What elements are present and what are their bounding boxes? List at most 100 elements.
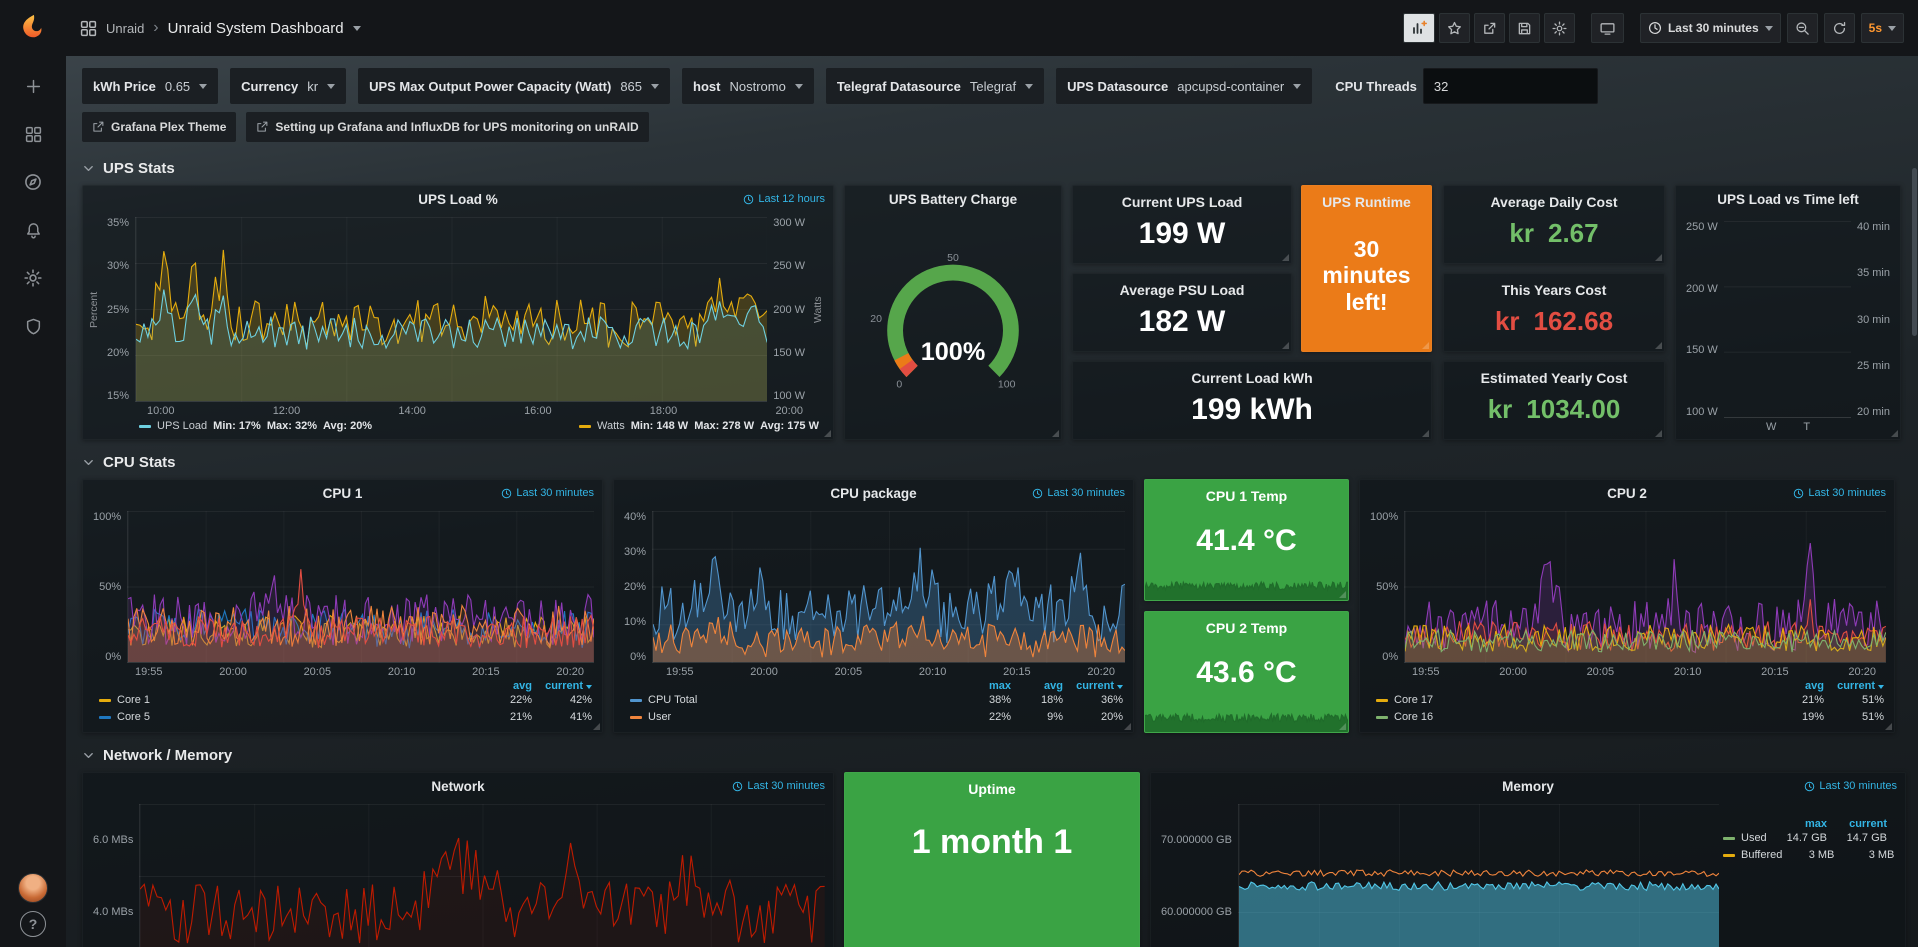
- cpu1-plot[interactable]: [127, 511, 594, 663]
- time-range-picker[interactable]: Last 30 minutes: [1640, 13, 1781, 43]
- save-button[interactable]: [1509, 13, 1540, 43]
- panel-timerange[interactable]: Last 12 hours: [743, 193, 825, 205]
- legend-col-avg[interactable]: avg: [1011, 680, 1063, 692]
- row-header-network-memory[interactable]: Network / Memory: [82, 747, 1910, 764]
- breadcrumb-folder[interactable]: Unraid: [106, 21, 144, 36]
- cycle-view-button[interactable]: [1591, 13, 1624, 43]
- cpu-package-plot[interactable]: [652, 511, 1125, 663]
- legend-series[interactable]: Core 1: [99, 692, 480, 709]
- panel-title[interactable]: CPU 2: [1607, 486, 1647, 501]
- panel-uptime: Uptime 1 month 1: [844, 772, 1140, 947]
- panel-timerange[interactable]: Last 30 minutes: [732, 780, 825, 792]
- x-tick: 20:20: [1848, 666, 1876, 678]
- help-button[interactable]: ?: [20, 911, 46, 937]
- panel-title[interactable]: UPS Load vs Time left: [1717, 192, 1859, 207]
- breadcrumb[interactable]: Unraid › Unraid System Dashboard: [80, 19, 361, 37]
- svg-text:20: 20: [870, 313, 882, 325]
- ups-load-plot[interactable]: [135, 217, 767, 402]
- user-avatar[interactable]: [18, 873, 48, 903]
- stat-value: 199 W: [1073, 210, 1291, 263]
- legend-col-avg[interactable]: avg: [1772, 680, 1824, 692]
- link-grafana-plex-theme[interactable]: Grafana Plex Theme: [82, 112, 236, 142]
- legend-series[interactable]: Core 5: [99, 709, 480, 726]
- sidebar-item-alerting[interactable]: [15, 212, 51, 248]
- panel-title[interactable]: Estimated Yearly Cost: [1444, 362, 1664, 386]
- panel-current-load-kwh: Current Load kWh 199 kWh: [1072, 361, 1432, 440]
- star-icon: [1447, 21, 1462, 36]
- cpu2-plot[interactable]: [1404, 511, 1886, 663]
- sidebar-item-explore[interactable]: [15, 164, 51, 200]
- grafana-logo[interactable]: [13, 8, 53, 48]
- variable-ups-datasource[interactable]: UPS Datasource apcupsd-container: [1056, 68, 1312, 104]
- cpu-threads-input[interactable]: [1423, 68, 1598, 104]
- row-header-cpu-stats[interactable]: CPU Stats: [82, 454, 1910, 471]
- legend-series[interactable]: Used: [1723, 830, 1775, 847]
- panel-title[interactable]: Uptime: [845, 773, 1139, 797]
- legend-col-max[interactable]: max: [1775, 818, 1827, 830]
- panel-title[interactable]: This Years Cost: [1444, 274, 1664, 298]
- panel-title[interactable]: CPU package: [830, 486, 916, 501]
- shield-icon: [25, 318, 42, 335]
- legend-series[interactable]: User: [630, 709, 959, 726]
- panel-title[interactable]: Average PSU Load: [1073, 274, 1291, 298]
- network-plot[interactable]: [139, 804, 825, 947]
- variable-telegraf-datasource[interactable]: Telegraf Datasource Telegraf: [826, 68, 1044, 104]
- memory-plot[interactable]: [1238, 804, 1719, 947]
- variable-ups-max-output[interactable]: UPS Max Output Power Capacity (Watt) 865: [358, 68, 670, 104]
- star-button[interactable]: [1439, 13, 1470, 43]
- sidebar-item-configuration[interactable]: [15, 260, 51, 296]
- panel-title[interactable]: CPU 1: [323, 486, 363, 501]
- panel-title[interactable]: UPS Load %: [418, 192, 498, 207]
- panel-title[interactable]: Network: [431, 779, 484, 794]
- variable-kwh-price[interactable]: kWh Price 0.65: [82, 68, 218, 104]
- panel-timerange[interactable]: Last 30 minutes: [1804, 780, 1897, 792]
- legend-series[interactable]: CPU Total: [630, 692, 959, 709]
- panel-timerange[interactable]: Last 30 minutes: [1032, 487, 1125, 499]
- sidebar-item-create[interactable]: [15, 68, 51, 104]
- x-tick: 20:20: [1087, 666, 1115, 678]
- panel-title[interactable]: UPS Battery Charge: [889, 192, 1017, 207]
- panel-title[interactable]: Memory: [1502, 779, 1554, 794]
- share-button[interactable]: [1474, 13, 1505, 43]
- panel-title[interactable]: Current UPS Load: [1073, 186, 1291, 210]
- dashboards-icon: [25, 126, 42, 143]
- dashboard-title[interactable]: Unraid System Dashboard: [168, 20, 344, 37]
- zoom-out-button[interactable]: [1787, 13, 1818, 43]
- panel-title[interactable]: UPS Runtime: [1302, 186, 1431, 210]
- bars-plot[interactable]: [1724, 221, 1851, 418]
- panel-timerange[interactable]: Last 30 minutes: [501, 487, 594, 499]
- legend-col-current[interactable]: current: [1824, 680, 1884, 692]
- battery-gauge[interactable]: 0 20 50 100 100%: [845, 213, 1061, 439]
- clock-icon: [1648, 21, 1662, 35]
- link-ups-monitoring-guide[interactable]: Setting up Grafana and InfluxDB for UPS …: [246, 112, 648, 142]
- y-tick: 100 W: [773, 390, 805, 402]
- legend-col-avg[interactable]: avg: [480, 680, 532, 692]
- variable-host[interactable]: host Nostromo: [682, 68, 814, 104]
- dashboard-settings-button[interactable]: [1544, 13, 1575, 43]
- panel-title[interactable]: CPU 1 Temp: [1145, 480, 1348, 504]
- row-header-ups-stats[interactable]: UPS Stats: [82, 160, 1910, 177]
- sidebar-item-server-admin[interactable]: [15, 308, 51, 344]
- add-panel-button[interactable]: [1403, 13, 1435, 43]
- panel-timerange[interactable]: Last 30 minutes: [1793, 487, 1886, 499]
- panel-title[interactable]: Average Daily Cost: [1444, 186, 1664, 210]
- legend-col-current[interactable]: current: [1063, 680, 1123, 692]
- chevron-down-icon: [82, 749, 95, 762]
- clock-icon: [732, 781, 743, 792]
- legend-series[interactable]: Buffered: [1723, 847, 1782, 864]
- legend-series[interactable]: Core 16: [1376, 709, 1772, 726]
- legend-col-max[interactable]: max: [959, 680, 1011, 692]
- legend-col-current[interactable]: current: [1827, 818, 1887, 830]
- panel-title[interactable]: Current Load kWh: [1073, 362, 1431, 386]
- y-tick: 30 min: [1857, 314, 1890, 326]
- page-scrollbar[interactable]: [1912, 168, 1917, 336]
- sidebar-item-dashboards[interactable]: [15, 116, 51, 152]
- panel-title[interactable]: CPU 2 Temp: [1145, 612, 1348, 636]
- legend-item-watts[interactable]: Watts Min: 148 W Max: 278 W Avg: 175 W: [579, 420, 819, 432]
- refresh-button[interactable]: [1824, 13, 1855, 43]
- legend-col-current[interactable]: current: [532, 680, 592, 692]
- refresh-interval-dropdown[interactable]: 5s: [1861, 13, 1904, 43]
- legend-series[interactable]: Core 17: [1376, 692, 1772, 709]
- variable-currency[interactable]: Currency kr: [230, 68, 346, 104]
- legend-item-ups-load[interactable]: UPS Load Min: 17% Max: 32% Avg: 20%: [139, 420, 372, 432]
